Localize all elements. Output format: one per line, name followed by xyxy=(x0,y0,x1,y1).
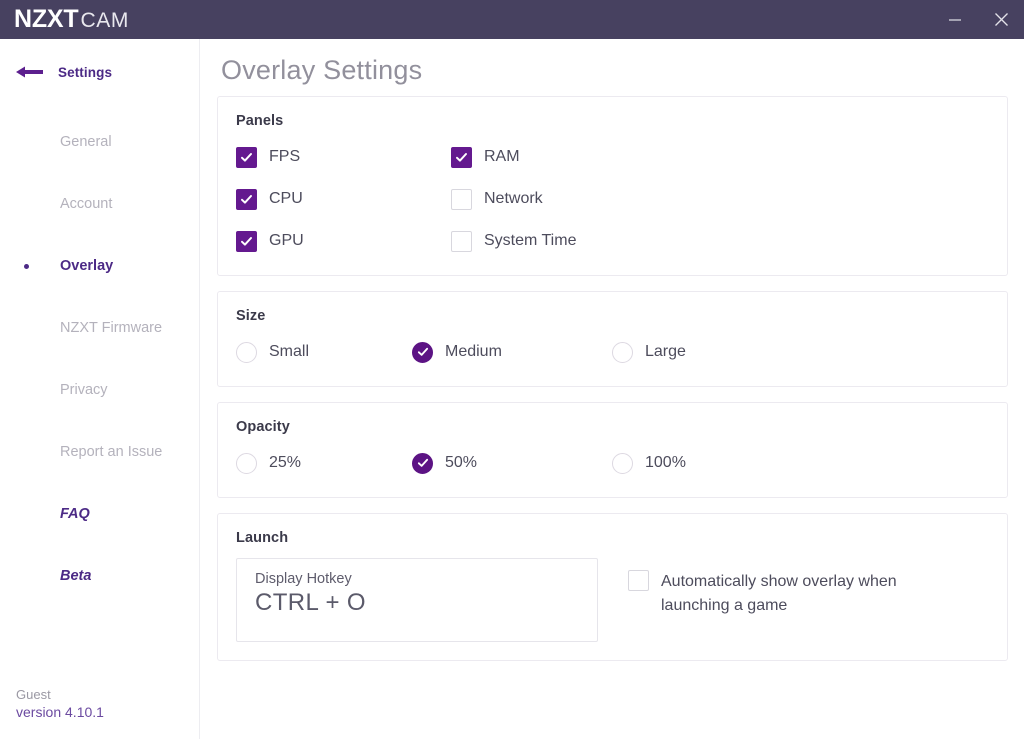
checkbox-cpu[interactable] xyxy=(236,189,257,210)
minimize-button[interactable] xyxy=(932,0,978,39)
panels-title: Panels xyxy=(236,113,989,129)
panel-option-fps[interactable]: FPS xyxy=(236,141,451,173)
panel-option-ram[interactable]: RAM xyxy=(451,141,989,173)
opacity-title: Opacity xyxy=(236,419,989,435)
panel-option-network[interactable]: Network xyxy=(451,183,989,215)
sidebar-item-label: Overlay xyxy=(60,258,113,274)
launch-row: Display Hotkey CTRL + O Automatically sh… xyxy=(236,558,989,642)
panel-option-label: GPU xyxy=(269,232,304,250)
checkbox-fps[interactable] xyxy=(236,147,257,168)
checkbox-gpu[interactable] xyxy=(236,231,257,252)
display-hotkey-input[interactable]: Display Hotkey CTRL + O xyxy=(236,558,598,642)
back-arrow-icon[interactable] xyxy=(16,65,50,79)
user-name: Guest xyxy=(16,686,104,704)
display-hotkey-caption: Display Hotkey xyxy=(255,571,579,587)
panel-option-label: Network xyxy=(484,190,543,208)
opacity-option-50[interactable]: 50% xyxy=(412,447,612,479)
size-option-small[interactable]: Small xyxy=(236,336,412,368)
radio-opacity-25[interactable] xyxy=(236,453,257,474)
settings-cards: Panels FPS RAM xyxy=(217,96,1008,676)
opacity-card: Opacity 25% 50% xyxy=(217,402,1008,498)
sidebar-item-nzxt-firmware[interactable]: NZXT Firmware xyxy=(0,297,200,359)
sidebar-item-privacy[interactable]: Privacy xyxy=(0,359,200,421)
sidebar-item-label: FAQ xyxy=(60,506,90,522)
opacity-option-25[interactable]: 25% xyxy=(236,447,412,479)
panel-option-label: RAM xyxy=(484,148,520,166)
opacity-option-100[interactable]: 100% xyxy=(612,447,989,479)
brand-cam-text: CAM xyxy=(80,9,128,33)
sidebar-item-label: Beta xyxy=(60,568,91,584)
nzxt-cam-window: NZXT CAM Settings xyxy=(0,0,1024,739)
panel-option-label: System Time xyxy=(484,232,576,250)
main-content: Overlay Settings Panels FPS xyxy=(201,39,1024,739)
panel-option-gpu[interactable]: GPU xyxy=(236,225,451,257)
auto-show-overlay-label: Automatically show overlay when launchin… xyxy=(661,570,928,618)
size-option-label: Small xyxy=(269,343,309,361)
size-options: Small Medium Large xyxy=(236,336,989,368)
sidebar-item-label: NZXT Firmware xyxy=(60,320,162,336)
size-title: Size xyxy=(236,308,989,324)
brand-nzxt-text: NZXT xyxy=(14,5,78,34)
panels-card: Panels FPS RAM xyxy=(217,96,1008,276)
auto-show-overlay-option[interactable]: Automatically show overlay when launchin… xyxy=(628,558,928,618)
active-bullet-icon xyxy=(24,264,29,269)
sidebar-item-label: Account xyxy=(60,196,112,212)
sidebar-item-account[interactable]: Account xyxy=(0,173,200,235)
panel-option-cpu[interactable]: CPU xyxy=(236,183,451,215)
sidebar-footer: Guest version 4.10.1 xyxy=(16,686,104,722)
sidebar-item-label: Privacy xyxy=(60,382,108,398)
panels-grid: FPS RAM CPU xyxy=(236,141,989,257)
close-button[interactable] xyxy=(978,0,1024,39)
close-icon xyxy=(994,12,1009,27)
settings-label: Settings xyxy=(58,65,112,80)
title-bar: NZXT CAM xyxy=(0,0,1024,39)
display-hotkey-value: CTRL + O xyxy=(255,589,579,617)
panel-option-label: FPS xyxy=(269,148,300,166)
sidebar-item-label: Report an Issue xyxy=(60,444,162,460)
size-option-label: Medium xyxy=(445,343,502,361)
page-title: Overlay Settings xyxy=(221,55,422,86)
size-option-large[interactable]: Large xyxy=(612,336,989,368)
sidebar-item-report-an-issue[interactable]: Report an Issue xyxy=(0,421,200,483)
sidebar-item-overlay[interactable]: Overlay xyxy=(0,235,200,297)
settings-back-row[interactable]: Settings xyxy=(0,58,200,86)
size-card: Size Small Medium xyxy=(217,291,1008,387)
opacity-options: 25% 50% 100% xyxy=(236,447,989,479)
sidebar-nav: General Account Overlay NZXT Firmware Pr… xyxy=(0,111,200,607)
window-controls xyxy=(932,0,1024,39)
size-option-medium[interactable]: Medium xyxy=(412,336,612,368)
sidebar-item-label: General xyxy=(60,134,112,150)
opacity-option-label: 50% xyxy=(445,454,477,472)
launch-card: Launch Display Hotkey CTRL + O Automatic… xyxy=(217,513,1008,661)
app-logo: NZXT CAM xyxy=(0,5,129,34)
radio-size-small[interactable] xyxy=(236,342,257,363)
panel-option-label: CPU xyxy=(269,190,303,208)
radio-size-medium[interactable] xyxy=(412,342,433,363)
radio-opacity-50[interactable] xyxy=(412,453,433,474)
sidebar-item-faq[interactable]: FAQ xyxy=(0,483,200,545)
panel-option-system-time[interactable]: System Time xyxy=(451,225,989,257)
radio-size-large[interactable] xyxy=(612,342,633,363)
sidebar-item-beta[interactable]: Beta xyxy=(0,545,200,607)
sidebar: Settings General Account Overlay NZXT Fi… xyxy=(0,39,200,739)
checkbox-system-time[interactable] xyxy=(451,231,472,252)
radio-opacity-100[interactable] xyxy=(612,453,633,474)
opacity-option-label: 25% xyxy=(269,454,301,472)
launch-title: Launch xyxy=(236,530,989,546)
app-version: version 4.10.1 xyxy=(16,703,104,722)
sidebar-item-general[interactable]: General xyxy=(0,111,200,173)
checkbox-auto-show-overlay[interactable] xyxy=(628,570,649,591)
opacity-option-label: 100% xyxy=(645,454,686,472)
checkbox-network[interactable] xyxy=(451,189,472,210)
minimize-icon xyxy=(948,13,962,27)
checkbox-ram[interactable] xyxy=(451,147,472,168)
size-option-label: Large xyxy=(645,343,686,361)
